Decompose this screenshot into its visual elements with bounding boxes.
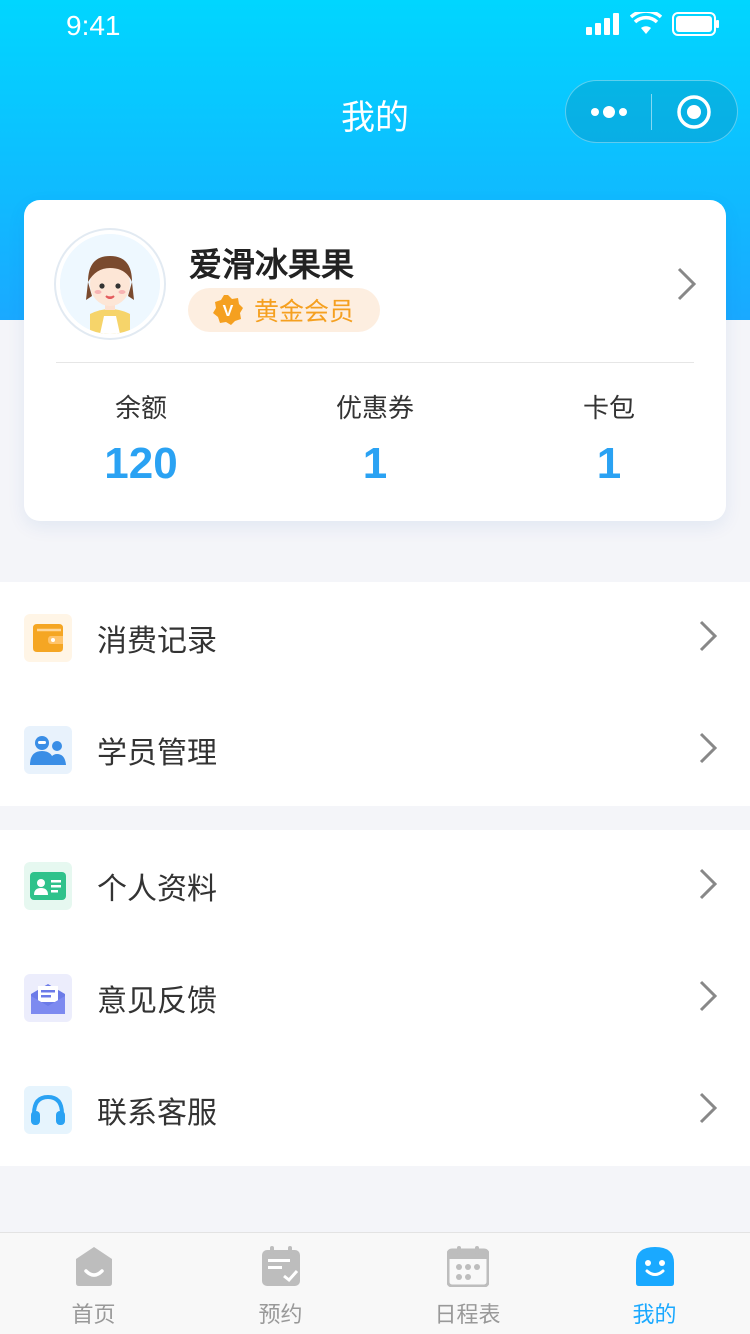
profile-card: 爱滑冰果果 V 黄金会员 余额 120 优惠券 1 卡包 1 — [24, 200, 726, 521]
menu-item-customer-service[interactable]: 联系客服 — [0, 1054, 750, 1166]
avatar-girl-icon — [60, 234, 160, 334]
tab-bar: 首页 预约 日程表 我的 — [0, 1232, 750, 1334]
stat-label: 卡包 — [582, 394, 635, 424]
menu-item-consumption-records[interactable]: 消费记录 — [0, 582, 750, 694]
stat-label: 余额 — [114, 394, 167, 424]
tab-label: 日程表 — [434, 1303, 501, 1328]
menu-label: 联系客服 — [97, 1096, 217, 1131]
more-button[interactable] — [566, 80, 651, 143]
tab-home[interactable]: 首页 — [0, 1233, 187, 1334]
tab-label: 预约 — [258, 1303, 303, 1328]
tab-mine[interactable]: 我的 — [561, 1233, 748, 1334]
headset-icon — [24, 1086, 72, 1134]
vip-medal-icon: V — [213, 295, 243, 325]
stat-coupons[interactable]: 优惠券 1 — [258, 388, 492, 489]
status-icons — [586, 12, 720, 36]
chevron-right-icon — [698, 619, 720, 657]
tab-label: 我的 — [632, 1303, 677, 1328]
menu-item-feedback[interactable]: 意见反馈 — [0, 942, 750, 1054]
vip-mark-text: V — [223, 303, 234, 320]
profile-face-icon — [636, 1247, 674, 1286]
signal-icon — [586, 13, 619, 35]
stat-value: 1 — [596, 439, 622, 488]
booking-icon — [262, 1246, 300, 1286]
menu-group-secondary: 个人资料 意见反馈 联系客服 — [0, 830, 750, 1166]
avatar[interactable] — [56, 230, 164, 338]
students-icon — [24, 726, 72, 774]
id-card-icon — [24, 862, 72, 910]
chevron-right-icon — [698, 979, 720, 1017]
tab-booking[interactable]: 预约 — [187, 1233, 374, 1334]
chevron-right-icon — [698, 867, 720, 905]
card-divider — [56, 362, 694, 363]
calendar-icon — [447, 1246, 489, 1287]
chevron-right-icon — [677, 267, 697, 301]
miniprogram-capsule — [565, 80, 738, 143]
stat-card-wallet[interactable]: 卡包 1 — [492, 388, 726, 489]
profile-detail-arrow[interactable] — [676, 266, 698, 306]
menu-label: 学员管理 — [97, 736, 217, 771]
stat-value: 1 — [362, 439, 388, 488]
close-miniprogram-button[interactable] — [652, 80, 737, 143]
menu-label: 消费记录 — [97, 624, 217, 659]
menu-item-personal-info[interactable]: 个人资料 — [0, 830, 750, 942]
wifi-icon — [630, 12, 662, 34]
tab-schedule[interactable]: 日程表 — [374, 1233, 561, 1334]
vip-label: 黄金会员 — [254, 297, 355, 326]
status-time: 9:41 — [66, 10, 121, 41]
stat-balance[interactable]: 余额 120 — [24, 388, 258, 489]
wallet-icon — [24, 614, 72, 662]
stat-label: 优惠券 — [335, 394, 414, 424]
menu-label: 个人资料 — [97, 872, 217, 907]
feedback-mail-icon — [24, 974, 72, 1022]
battery-icon — [672, 12, 719, 36]
menu-item-student-management[interactable]: 学员管理 — [0, 694, 750, 806]
menu-group-primary: 消费记录 学员管理 — [0, 582, 750, 806]
tab-label: 首页 — [71, 1303, 116, 1328]
chevron-right-icon — [698, 731, 720, 769]
stat-value: 120 — [104, 439, 178, 488]
more-dots-icon — [590, 105, 627, 118]
menu-label: 意见反馈 — [97, 984, 217, 1019]
vip-badge: V 黄金会员 — [188, 288, 380, 332]
chevron-right-icon — [698, 1091, 720, 1129]
target-circle-icon — [677, 94, 712, 129]
home-icon — [76, 1247, 112, 1286]
username: 爱滑冰果果 — [189, 245, 354, 284]
